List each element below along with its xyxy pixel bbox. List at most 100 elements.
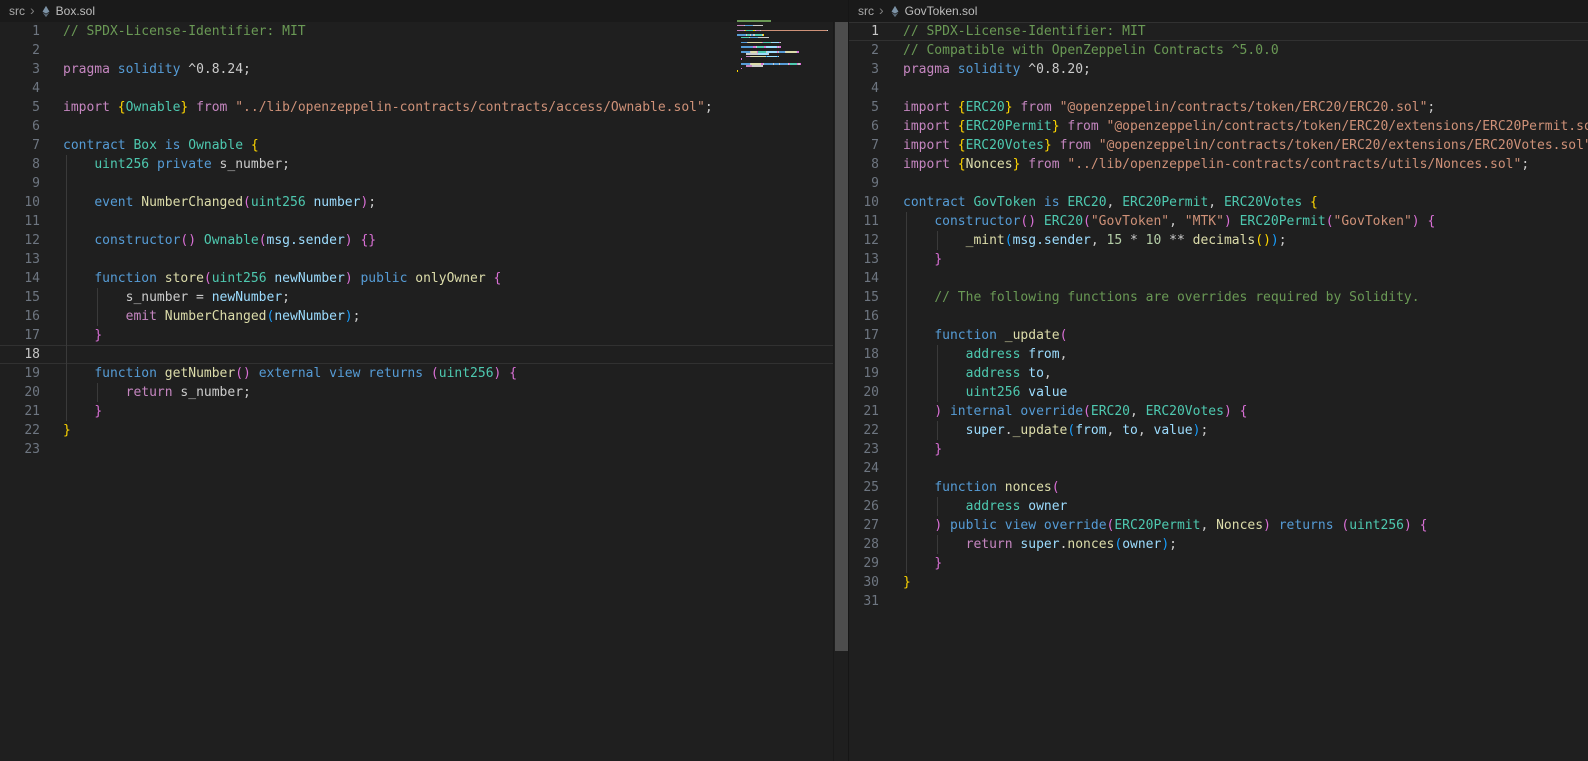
line-number[interactable]: 3 bbox=[0, 60, 40, 79]
line-number[interactable]: 15 bbox=[849, 288, 879, 307]
code-line[interactable]: 10contract GovToken is ERC20, ERC20Permi… bbox=[849, 193, 1588, 212]
line-number[interactable]: 19 bbox=[849, 364, 879, 383]
line-number[interactable]: 15 bbox=[0, 288, 40, 307]
line-number[interactable]: 27 bbox=[849, 516, 879, 535]
code-line[interactable]: 23 } bbox=[849, 440, 1588, 459]
line-number[interactable]: 30 bbox=[849, 573, 879, 592]
line-number[interactable]: 25 bbox=[849, 478, 879, 497]
line-number[interactable]: 8 bbox=[849, 155, 879, 174]
line-number[interactable]: 12 bbox=[849, 231, 879, 250]
code-line[interactable]: 6 bbox=[0, 117, 834, 136]
code-line[interactable]: 14 bbox=[849, 269, 1588, 288]
code-line[interactable]: 26 address owner bbox=[849, 497, 1588, 516]
line-number[interactable]: 29 bbox=[849, 554, 879, 573]
code-line[interactable]: 9 bbox=[0, 174, 834, 193]
code-line[interactable]: 8import {Nonces} from "../lib/openzeppel… bbox=[849, 155, 1588, 174]
line-number[interactable]: 14 bbox=[0, 269, 40, 288]
code-line[interactable]: 13 bbox=[0, 250, 834, 269]
breadcrumb-folder[interactable]: src bbox=[858, 4, 874, 18]
code-line[interactable]: 5import {Ownable} from "../lib/openzeppe… bbox=[0, 98, 834, 117]
code-line[interactable]: 7contract Box is Ownable { bbox=[0, 136, 834, 155]
line-number[interactable]: 3 bbox=[849, 60, 879, 79]
code-line[interactable]: 3pragma solidity ^0.8.20; bbox=[849, 60, 1588, 79]
line-number[interactable]: 23 bbox=[0, 440, 40, 459]
line-number[interactable]: 22 bbox=[849, 421, 879, 440]
code-line[interactable]: 13 } bbox=[849, 250, 1588, 269]
line-number[interactable]: 26 bbox=[849, 497, 879, 516]
code-line[interactable]: 21 ) internal override(ERC20, ERC20Votes… bbox=[849, 402, 1588, 421]
line-number[interactable]: 14 bbox=[849, 269, 879, 288]
line-number[interactable]: 21 bbox=[0, 402, 40, 421]
line-number[interactable]: 13 bbox=[0, 250, 40, 269]
code-line[interactable]: 14 function store(uint256 newNumber) pub… bbox=[0, 269, 834, 288]
code-line[interactable]: 21 } bbox=[0, 402, 834, 421]
code-line[interactable]: 1// SPDX-License-Identifier: MIT bbox=[849, 22, 1588, 41]
line-number[interactable]: 2 bbox=[849, 41, 879, 60]
code-editor-govtoken-sol[interactable]: 1// SPDX-License-Identifier: MIT2// Comp… bbox=[849, 22, 1588, 611]
line-number[interactable]: 6 bbox=[0, 117, 40, 136]
code-line[interactable]: 25 function nonces( bbox=[849, 478, 1588, 497]
line-number[interactable]: 24 bbox=[849, 459, 879, 478]
line-number[interactable]: 6 bbox=[849, 117, 879, 136]
line-number[interactable]: 4 bbox=[0, 79, 40, 98]
line-number[interactable]: 10 bbox=[0, 193, 40, 212]
line-number[interactable]: 8 bbox=[0, 155, 40, 174]
code-line[interactable]: 4 bbox=[0, 79, 834, 98]
line-number[interactable]: 13 bbox=[849, 250, 879, 269]
line-number[interactable]: 18 bbox=[849, 345, 879, 364]
breadcrumb-folder[interactable]: src bbox=[9, 4, 25, 18]
line-number[interactable]: 11 bbox=[0, 212, 40, 231]
code-line[interactable]: 28 return super.nonces(owner); bbox=[849, 535, 1588, 554]
code-line[interactable]: 22} bbox=[0, 421, 834, 440]
code-line[interactable]: 20 uint256 value bbox=[849, 383, 1588, 402]
code-line[interactable]: 11 bbox=[0, 212, 834, 231]
minimap[interactable] bbox=[737, 20, 833, 75]
line-number[interactable]: 4 bbox=[849, 79, 879, 98]
line-number[interactable]: 28 bbox=[849, 535, 879, 554]
code-line[interactable]: 16 emit NumberChanged(newNumber); bbox=[0, 307, 834, 326]
code-editor-box-sol[interactable]: 1// SPDX-License-Identifier: MIT23pragma… bbox=[0, 22, 834, 459]
breadcrumb-file[interactable]: GovToken.sol bbox=[889, 4, 978, 18]
line-number[interactable]: 10 bbox=[849, 193, 879, 212]
code-line[interactable]: 27 ) public view override(ERC20Permit, N… bbox=[849, 516, 1588, 535]
code-line[interactable]: 4 bbox=[849, 79, 1588, 98]
code-line[interactable]: 1// SPDX-License-Identifier: MIT bbox=[0, 22, 834, 41]
code-line[interactable]: 2// Compatible with OpenZeppelin Contrac… bbox=[849, 41, 1588, 60]
code-line[interactable]: 8 uint256 private s_number; bbox=[0, 155, 834, 174]
line-number[interactable]: 12 bbox=[0, 231, 40, 250]
breadcrumb-file[interactable]: Box.sol bbox=[40, 4, 95, 18]
code-line[interactable]: 30} bbox=[849, 573, 1588, 592]
code-line[interactable]: 31 bbox=[849, 592, 1588, 611]
code-line[interactable]: 3pragma solidity ^0.8.24; bbox=[0, 60, 834, 79]
code-line[interactable]: 9 bbox=[849, 174, 1588, 193]
line-number[interactable]: 5 bbox=[0, 98, 40, 117]
code-line[interactable]: 7import {ERC20Votes} from "@openzeppelin… bbox=[849, 136, 1588, 155]
code-line[interactable]: 29 } bbox=[849, 554, 1588, 573]
code-line[interactable]: 6import {ERC20Permit} from "@openzeppeli… bbox=[849, 117, 1588, 136]
code-line[interactable]: 18 address from, bbox=[849, 345, 1588, 364]
code-line[interactable]: 2 bbox=[0, 41, 834, 60]
line-number[interactable]: 17 bbox=[0, 326, 40, 345]
code-line[interactable]: 18 bbox=[0, 345, 834, 364]
code-line[interactable]: 12 _mint(msg.sender, 15 * 10 ** decimals… bbox=[849, 231, 1588, 250]
code-line[interactable]: 20 return s_number; bbox=[0, 383, 834, 402]
line-number[interactable]: 31 bbox=[849, 592, 879, 611]
code-line[interactable]: 10 event NumberChanged(uint256 number); bbox=[0, 193, 834, 212]
line-number[interactable]: 7 bbox=[849, 136, 879, 155]
code-line[interactable]: 16 bbox=[849, 307, 1588, 326]
line-number[interactable]: 5 bbox=[849, 98, 879, 117]
line-number[interactable]: 19 bbox=[0, 364, 40, 383]
code-line[interactable]: 17 function _update( bbox=[849, 326, 1588, 345]
vertical-scrollbar-slider[interactable] bbox=[835, 22, 848, 651]
line-number[interactable]: 16 bbox=[0, 307, 40, 326]
line-number[interactable]: 16 bbox=[849, 307, 879, 326]
line-number[interactable]: 7 bbox=[0, 136, 40, 155]
code-line[interactable]: 5import {ERC20} from "@openzeppelin/cont… bbox=[849, 98, 1588, 117]
line-number[interactable]: 1 bbox=[0, 22, 40, 41]
line-number[interactable]: 18 bbox=[0, 345, 40, 364]
line-number[interactable]: 9 bbox=[0, 174, 40, 193]
line-number[interactable]: 9 bbox=[849, 174, 879, 193]
code-line[interactable]: 19 address to, bbox=[849, 364, 1588, 383]
code-line[interactable]: 12 constructor() Ownable(msg.sender) {} bbox=[0, 231, 834, 250]
code-line[interactable]: 17 } bbox=[0, 326, 834, 345]
